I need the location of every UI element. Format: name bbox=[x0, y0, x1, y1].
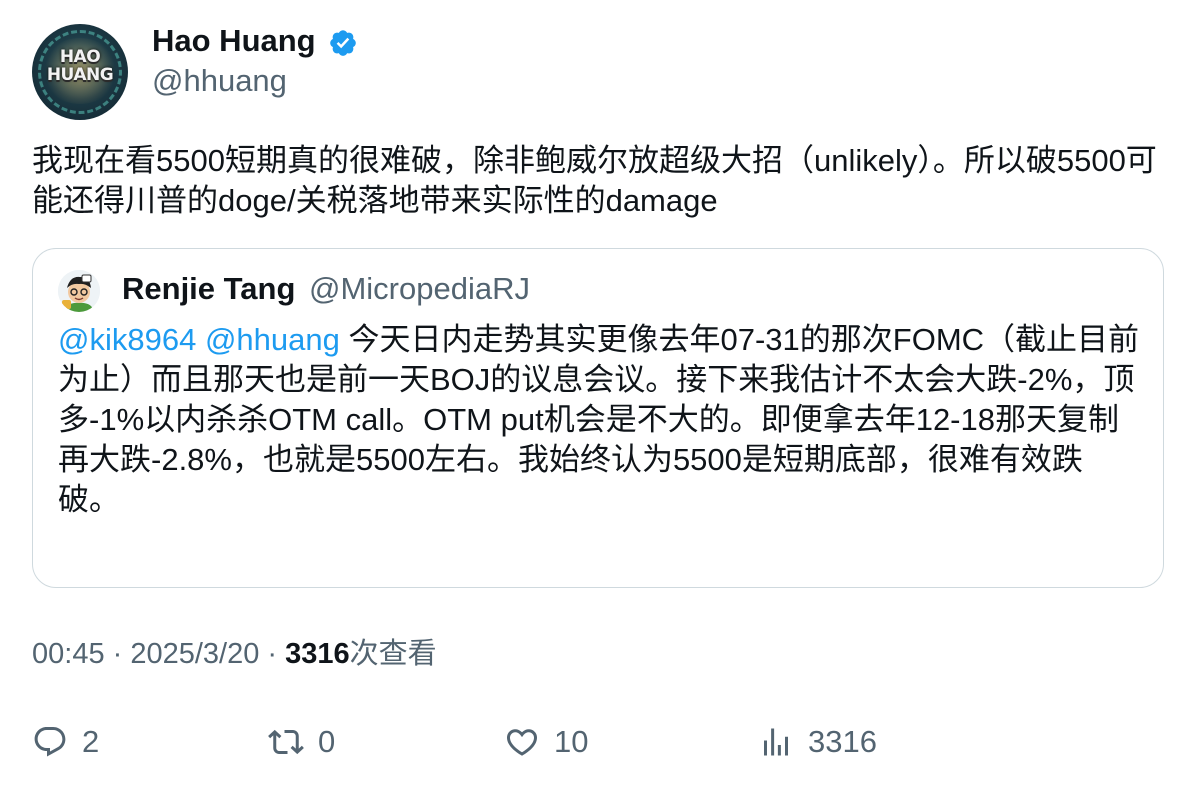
avatar-logo-line1: HAO bbox=[59, 47, 101, 67]
heart-icon bbox=[506, 729, 538, 756]
author-avatar[interactable]: HAO HUANG bbox=[32, 24, 128, 120]
views-button[interactable]: 3316 bbox=[758, 722, 877, 762]
repost-icon bbox=[268, 729, 304, 755]
reply-button[interactable]: 2 bbox=[32, 722, 99, 762]
tweet-meta: 00:45 · 2025/3/20 · 3316次查看 bbox=[32, 634, 437, 674]
tweet-date[interactable]: 2025/3/20 bbox=[130, 638, 259, 670]
cartoon-avatar-icon bbox=[58, 270, 100, 312]
repost-button[interactable]: 0 bbox=[268, 722, 335, 762]
meta-separator: · bbox=[259, 638, 286, 670]
avatar-logo: HAO HUANG bbox=[32, 48, 128, 84]
quoted-author-avatar[interactable] bbox=[58, 270, 100, 312]
meta-separator: · bbox=[104, 638, 131, 670]
like-count: 10 bbox=[554, 724, 589, 759]
quoted-author-name[interactable]: Renjie Tang bbox=[122, 270, 295, 308]
like-button[interactable]: 10 bbox=[504, 722, 588, 762]
quoted-author-handle[interactable]: @MicropediaRJ bbox=[309, 270, 530, 308]
views-action-count: 3316 bbox=[808, 724, 877, 759]
quoted-tweet-text: @kik8964 @hhuang 今天日内走势其实更像去年07-31的那次FOM… bbox=[58, 320, 1143, 520]
reply-count: 2 bbox=[82, 724, 100, 759]
views-count: 3316 bbox=[285, 638, 350, 670]
tweet-page: HAO HUANG Hao Huang @hhuang 我现在看5500短期真的… bbox=[0, 0, 1196, 788]
repost-count: 0 bbox=[318, 724, 336, 759]
verified-badge-icon[interactable] bbox=[328, 28, 358, 58]
tweet-text: 我现在看5500短期真的很难破，除非鲍威尔放超级大招（unlikely）。所以破… bbox=[32, 143, 1157, 218]
mention-link[interactable]: @hhuang bbox=[205, 322, 340, 357]
mention-link[interactable]: @kik8964 bbox=[58, 322, 196, 357]
avatar-logo-line2: HUANG bbox=[46, 65, 114, 85]
quoted-tweet-card[interactable]: Renjie Tang @MicropediaRJ @kik8964 @hhua… bbox=[32, 248, 1164, 588]
author-name[interactable]: Hao Huang bbox=[152, 22, 316, 60]
reply-icon bbox=[34, 727, 66, 757]
views-label: 次查看 bbox=[349, 638, 437, 670]
author-handle[interactable]: @hhuang bbox=[152, 62, 287, 100]
views-bar-chart-icon bbox=[764, 728, 788, 756]
tweet-time[interactable]: 00:45 bbox=[32, 638, 105, 670]
